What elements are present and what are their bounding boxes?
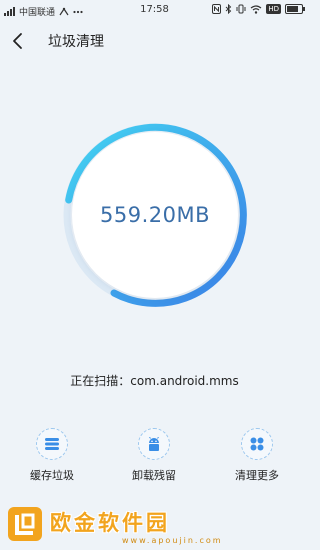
scan-progress-ring: 559.20MB — [60, 120, 250, 310]
cache-junk-button[interactable]: 缓存垃圾 — [12, 428, 92, 483]
cache-junk-label: 缓存垃圾 — [30, 469, 74, 482]
brand-url: www.apoujin.com — [122, 536, 223, 545]
page-title: 垃圾清理 — [48, 34, 104, 50]
android-icon — [149, 437, 159, 451]
action-bar: 缓存垃圾 卸载残留 清理更多 — [0, 428, 309, 488]
uninstall-residue-button[interactable]: 卸载残留 — [114, 428, 194, 483]
wifi-icon — [250, 4, 262, 14]
status-bar: 中国联通 17:58 HD — [0, 0, 309, 22]
brand-name: 欧金软件园 — [50, 511, 170, 535]
clean-more-button[interactable]: 清理更多 — [217, 428, 297, 483]
back-arrow-icon — [13, 33, 22, 49]
watermark-logo: 欧金软件园 www.apoujin.com — [0, 505, 309, 550]
brand-logo-icon — [8, 507, 42, 541]
scanning-status: 正在扫描：com.android.mms — [70, 374, 239, 388]
app-header: 垃圾清理 — [0, 24, 309, 58]
back-button[interactable] — [8, 30, 30, 52]
battery-icon — [285, 4, 305, 14]
nfc-icon — [212, 4, 222, 14]
grid-icon — [250, 437, 264, 451]
junk-size-value: 559.20MB — [99, 203, 210, 227]
list-icon — [45, 438, 59, 450]
uninstall-residue-label: 卸载残留 — [132, 469, 176, 482]
hd-badge: HD — [266, 4, 281, 14]
uninstall-residue-icon-circle — [138, 428, 170, 460]
status-right: HD — [212, 4, 305, 14]
clean-more-label: 清理更多 — [235, 469, 279, 482]
vibrate-icon — [236, 4, 246, 14]
cache-junk-icon-circle — [36, 428, 68, 460]
bluetooth-icon — [226, 4, 232, 14]
ring-center: 559.20MB — [72, 132, 238, 298]
clean-more-icon-circle — [241, 428, 273, 460]
